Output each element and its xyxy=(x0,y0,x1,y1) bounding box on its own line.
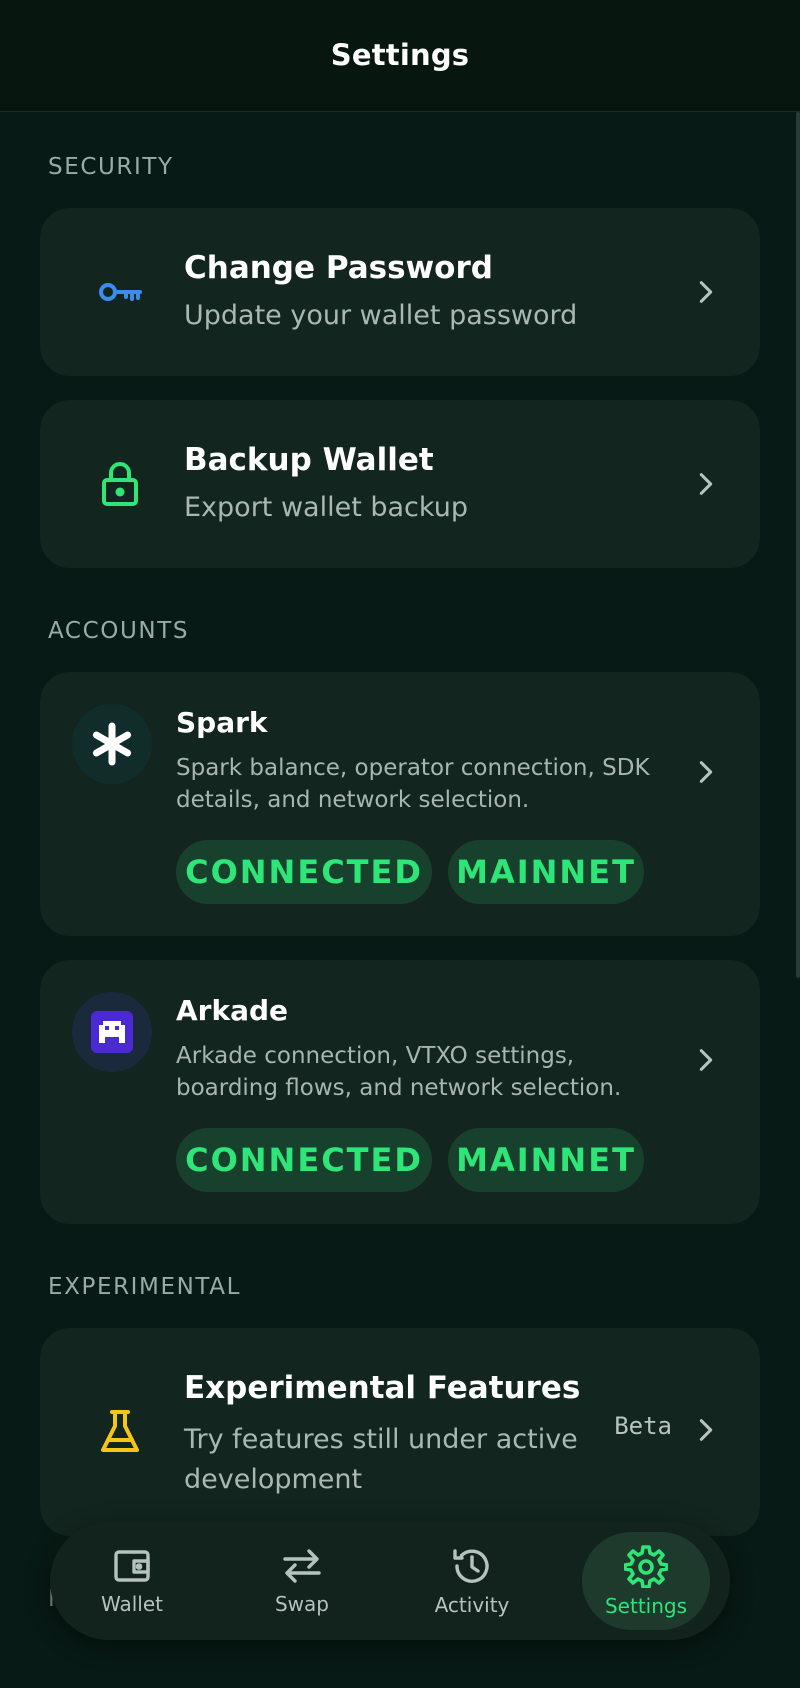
item-subtitle: Update your wallet password xyxy=(184,300,578,331)
spark-asterisk-icon xyxy=(72,704,152,784)
item-subtitle: Export wallet backup xyxy=(184,492,468,523)
app-header: Settings xyxy=(0,0,800,112)
key-icon xyxy=(90,262,150,322)
section-label-security: SECURITY xyxy=(48,154,174,180)
network-badge: MAINNET xyxy=(448,840,644,904)
chevron-right-icon xyxy=(699,1049,713,1071)
nav-label: Settings xyxy=(604,1594,688,1618)
backup-wallet-item[interactable]: Backup Wallet Export wallet backup xyxy=(40,400,760,568)
account-card-spark[interactable]: Spark Spark balance, operator connection… xyxy=(40,672,760,936)
account-description: Spark balance, operator connection, SDK … xyxy=(176,755,650,813)
chevron-right-icon xyxy=(699,1419,713,1441)
item-title: Change Password xyxy=(184,250,493,286)
chevron-right-icon xyxy=(699,473,713,495)
bottom-navigation: Wallet Swap Activity Settings xyxy=(50,1522,730,1640)
nav-item-wallet[interactable]: Wallet xyxy=(68,1532,196,1630)
nav-item-swap[interactable]: Swap xyxy=(238,1532,366,1630)
section-label-experimental: EXPERIMENTAL xyxy=(48,1274,242,1300)
status-badge: CONNECTED xyxy=(176,840,432,904)
item-title: Backup Wallet xyxy=(184,442,434,478)
network-badge: MAINNET xyxy=(448,1128,644,1192)
nav-item-activity[interactable]: Activity xyxy=(408,1532,536,1630)
account-name: Spark xyxy=(176,706,268,739)
account-description: Arkade connection, VTXO settings, boardi… xyxy=(176,1043,622,1101)
beta-tag: Beta xyxy=(614,1412,672,1440)
wallet-icon xyxy=(114,1550,150,1582)
item-subtitle: Try features still under active developm… xyxy=(184,1420,578,1500)
flask-icon xyxy=(90,1402,150,1462)
change-password-item[interactable]: Change Password Update your wallet passw… xyxy=(40,208,760,376)
section-label-accounts: ACCOUNTS xyxy=(48,618,190,644)
settings-screen: Settings SECURITY Change Password Update… xyxy=(0,0,800,1688)
nav-label: Wallet xyxy=(100,1592,163,1616)
nav-label: Activity xyxy=(434,1593,510,1617)
page-title: Settings xyxy=(330,37,470,72)
history-icon xyxy=(453,1549,489,1583)
arkade-invader-icon xyxy=(72,992,152,1072)
subtitle-line-2: development xyxy=(184,1464,363,1495)
lock-icon xyxy=(90,454,150,514)
gear-icon xyxy=(624,1545,668,1588)
chevron-right-icon xyxy=(699,281,713,303)
status-badge: CONNECTED xyxy=(176,1128,432,1192)
nav-item-settings[interactable]: Settings xyxy=(582,1532,710,1630)
account-card-arkade[interactable]: Arkade Arkade connection, VTXO settings,… xyxy=(40,960,760,1224)
account-name: Arkade xyxy=(176,994,289,1027)
item-title: Experimental Features xyxy=(184,1370,581,1406)
chevron-right-icon xyxy=(699,761,713,783)
scrollbar[interactable] xyxy=(796,112,800,978)
subtitle-line-1: Try features still under active xyxy=(184,1424,578,1455)
experimental-features-item[interactable]: Experimental Features Try features still… xyxy=(40,1328,760,1536)
swap-arrows-icon xyxy=(283,1549,321,1583)
nav-label: Swap xyxy=(274,1592,329,1616)
